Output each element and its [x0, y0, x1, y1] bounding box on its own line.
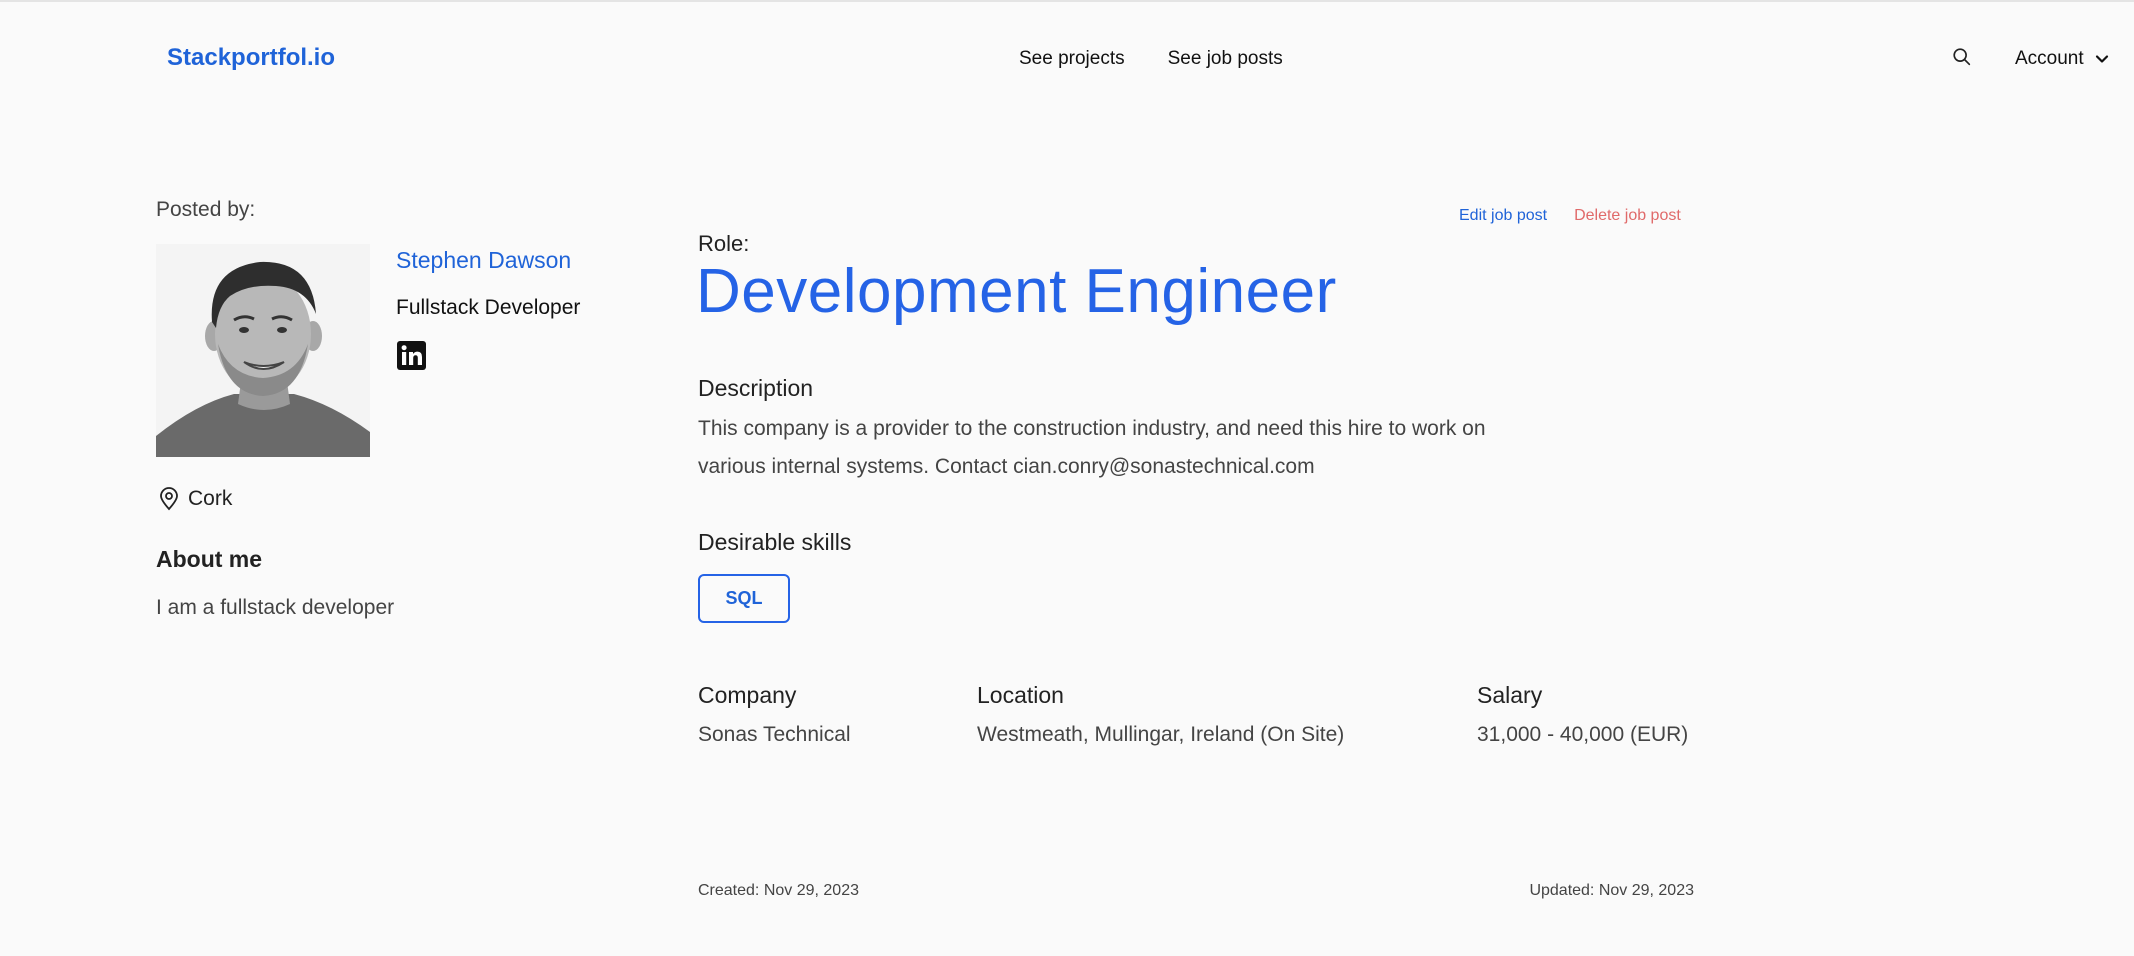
- delete-job-post-link[interactable]: Delete job post: [1574, 207, 1681, 225]
- salary-heading: Salary: [1477, 682, 1543, 708]
- posted-by-label: Posted by:: [156, 198, 256, 221]
- linkedin-icon[interactable]: [397, 341, 426, 370]
- avatar: [156, 244, 370, 457]
- author-location-text: Cork: [188, 487, 233, 510]
- description-text: This company is a provider to the constr…: [698, 417, 1486, 478]
- author-location: Cork: [158, 487, 232, 511]
- nav-see-projects[interactable]: See projects: [1019, 48, 1125, 70]
- brand-logo-link[interactable]: Stackportfol.io: [167, 44, 335, 72]
- job-post-actions: Edit job post Delete job post: [1459, 207, 1681, 225]
- chevron-down-icon: [2095, 55, 2108, 63]
- author-name-link[interactable]: Stephen Dawson: [396, 247, 571, 274]
- skills-heading: Desirable skills: [698, 529, 852, 555]
- account-menu-button[interactable]: Account: [2015, 48, 2110, 70]
- company-heading: Company: [698, 682, 797, 708]
- skill-chip-sql[interactable]: SQL: [698, 574, 790, 623]
- salary-value: 31,000 - 40,000 (EUR): [1477, 723, 1689, 746]
- nav-see-job-posts[interactable]: See job posts: [1168, 48, 1283, 70]
- page: Stackportfol.io See projects See job pos…: [0, 0, 2134, 956]
- page-title: Development Engineer: [696, 257, 1337, 326]
- location-value: Westmeath, Mullingar, Ireland (On Site): [977, 723, 1345, 746]
- company-value: Sonas Technical: [698, 723, 851, 746]
- created-date: Created: Nov 29, 2023: [698, 882, 859, 899]
- map-pin-icon: [160, 487, 178, 511]
- about-heading: About me: [156, 546, 263, 572]
- updated-date: Updated: Nov 29, 2023: [1529, 882, 1694, 899]
- author-title: Fullstack Developer: [396, 296, 581, 319]
- description-heading: Description: [698, 375, 814, 401]
- about-text: I am a fullstack developer: [156, 596, 395, 619]
- account-label: Account: [2015, 48, 2084, 69]
- role-label: Role:: [698, 231, 750, 256]
- location-heading: Location: [977, 682, 1064, 708]
- search-icon[interactable]: [1951, 46, 1973, 68]
- edit-job-post-link[interactable]: Edit job post: [1459, 207, 1547, 225]
- main-nav: See projects See job posts: [1019, 48, 1283, 70]
